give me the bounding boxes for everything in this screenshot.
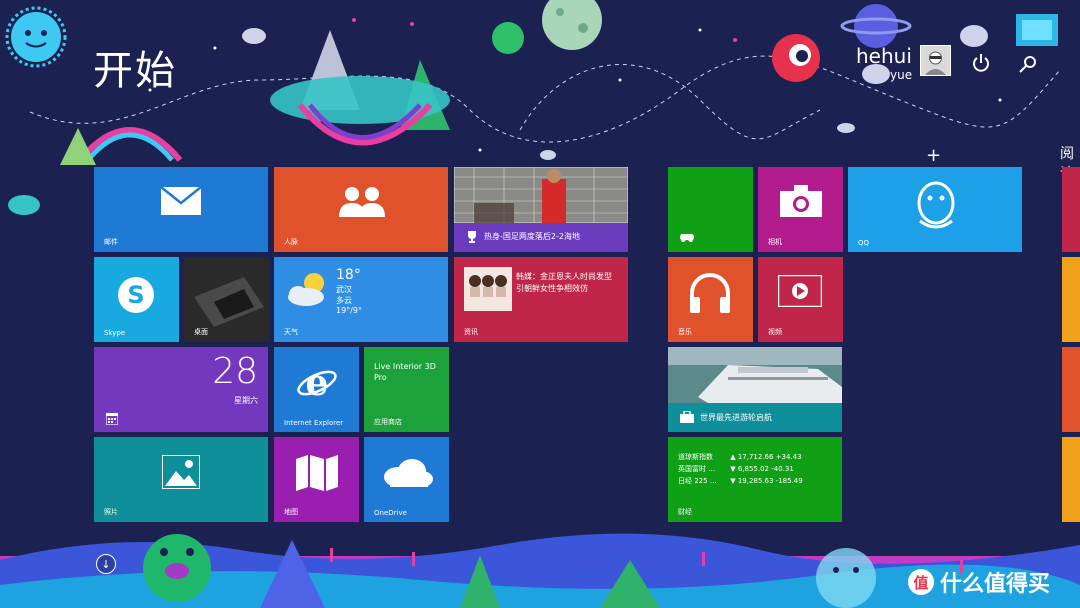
mail-tile[interactable]: 邮件 [94, 167, 268, 252]
news-tile-label: 资讯 [464, 328, 478, 336]
cloudy-sun-icon [288, 273, 324, 306]
arrow-down-icon: ↓ [101, 557, 111, 571]
avatar[interactable] [920, 45, 951, 76]
finance-index-name: 英国富时 … [678, 465, 716, 473]
ie-tile-label: Internet Explorer [284, 419, 344, 427]
qq-penguin-icon [917, 181, 955, 229]
desktop-tile-label: 桌面 [194, 328, 208, 336]
peek-tile-yellow-2[interactable] [1062, 437, 1080, 522]
people-icon [339, 187, 385, 217]
camera-icon [780, 185, 822, 217]
photos-icon [162, 455, 200, 489]
calendar-tile[interactable]: 28 星期六 [94, 347, 268, 432]
onedrive-tile[interactable]: OneDrive [364, 437, 449, 522]
finance-index-name: 日经 225 … [678, 477, 717, 485]
peek-tile-orange[interactable] [1062, 347, 1080, 432]
store-tile-label: 应用商店 [374, 418, 402, 426]
svg-text:e: e [306, 362, 329, 403]
svg-text:S: S [127, 281, 144, 309]
xbox-controller-icon [680, 234, 694, 242]
games-tile[interactable] [668, 167, 753, 252]
user-subname: yue [890, 68, 913, 82]
music-tile[interactable]: 音乐 [668, 257, 753, 342]
peek-tile-red[interactable] [1062, 167, 1080, 252]
desktop-tile[interactable]: 桌面 [184, 257, 269, 342]
finance-index-name: 道琼斯指数 [678, 453, 713, 461]
calendar-icon [106, 413, 118, 425]
travel-tile[interactable]: 世界最先进游轮启航 [668, 347, 842, 432]
finance-index-value: ▼ 19,285.63 -185.49 [730, 477, 803, 485]
start-screen-title: 开始 [93, 48, 177, 94]
video-tile[interactable]: 视频 [758, 257, 843, 342]
scroll-down-button[interactable]: ↓ [96, 554, 116, 574]
camera-tile[interactable]: 相机 [758, 167, 843, 252]
onedrive-cloud-icon [384, 459, 433, 487]
watermark-logo-icon: 值 [908, 569, 934, 595]
headphones-icon [690, 273, 730, 313]
cruise-ship-photo [668, 347, 842, 403]
qq-tile-label: QQ [858, 239, 870, 247]
mail-tile-label: 邮件 [104, 238, 118, 246]
ie-tile[interactable]: e Internet Explorer [274, 347, 359, 432]
travel-caption: 世界最先进游轮启航 [700, 413, 772, 422]
maps-tile-label: 地图 [284, 508, 298, 516]
user-name[interactable]: hehui [856, 44, 912, 68]
search-icon [1019, 56, 1036, 73]
finance-row: 英国富时 … ▼ 6,855.02 -40.31 [678, 464, 794, 474]
skype-tile[interactable]: S Skype [94, 257, 179, 342]
store-app-name: Live Interior 3D Pro [374, 362, 436, 382]
power-icon [973, 54, 989, 72]
suitcase-icon [680, 411, 694, 423]
sports-caption: 热身-国足两度落后2-2海地 [484, 232, 580, 241]
search-button[interactable] [1018, 55, 1038, 75]
news-thumbnail [464, 267, 512, 311]
power-button[interactable] [970, 52, 992, 74]
music-tile-label: 音乐 [678, 328, 692, 336]
skype-icon: S [118, 277, 154, 313]
finance-index-value: ▲ 17,712.66 +34.43 [730, 453, 802, 461]
add-plus-icon[interactable]: + [926, 145, 941, 166]
user-avatar-icon [925, 51, 946, 75]
news-tile[interactable]: 韩媒：金正恩夫人时尚发型引朝鲜女性争相效仿 资讯 [454, 257, 628, 342]
calendar-day: 28 [212, 351, 258, 392]
finance-tile-label: 财经 [678, 508, 692, 516]
weather-city: 武汉 [336, 285, 352, 294]
qq-tile[interactable]: QQ [848, 167, 1022, 252]
sports-photo [454, 167, 628, 223]
photos-tile-label: 照片 [104, 508, 118, 516]
finance-row: 日经 225 … ▼ 19,285.63 -185.49 [678, 476, 803, 486]
mail-icon [161, 187, 201, 215]
watermark-text: 什么值得买 [940, 572, 1051, 597]
onedrive-tile-label: OneDrive [374, 509, 407, 517]
weather-tile[interactable]: 18° 武汉 多云 19°/9° 天气 [274, 257, 448, 342]
peek-tile-yellow[interactable] [1062, 257, 1080, 342]
weather-temp: 18° [336, 267, 361, 283]
watermark: 值 什么值得买 [908, 566, 1050, 598]
video-play-icon [778, 275, 822, 307]
maps-tile[interactable]: 地图 [274, 437, 359, 522]
weather-tile-label: 天气 [284, 328, 298, 336]
people-tile-label: 人脉 [284, 238, 298, 246]
photos-tile[interactable]: 照片 [94, 437, 268, 522]
finance-tile[interactable]: 道琼斯指数 ▲ 17,712.66 +34.43 英国富时 … ▼ 6,855.… [668, 437, 842, 522]
calendar-weekday: 星期六 [234, 396, 258, 405]
weather-range: 19°/9° [336, 306, 362, 315]
store-tile[interactable]: Live Interior 3D Pro 应用商店 [364, 347, 449, 432]
internet-explorer-icon: e [297, 362, 337, 403]
people-tile[interactable]: 人脉 [274, 167, 448, 252]
finance-row: 道琼斯指数 ▲ 17,712.66 +34.43 [678, 452, 802, 462]
trophy-icon [468, 231, 476, 243]
finance-index-value: ▼ 6,855.02 -40.31 [730, 465, 794, 473]
video-tile-label: 视频 [768, 328, 782, 336]
news-headline: 韩媒：金正恩夫人时尚发型引朝鲜女性争相效仿 [516, 272, 612, 293]
weather-condition: 多云 [336, 296, 352, 305]
camera-tile-label: 相机 [768, 238, 782, 246]
skype-tile-label: Skype [104, 329, 126, 337]
map-icon [296, 455, 338, 491]
sports-tile[interactable]: 热身-国足两度落后2-2海地 [454, 167, 628, 252]
